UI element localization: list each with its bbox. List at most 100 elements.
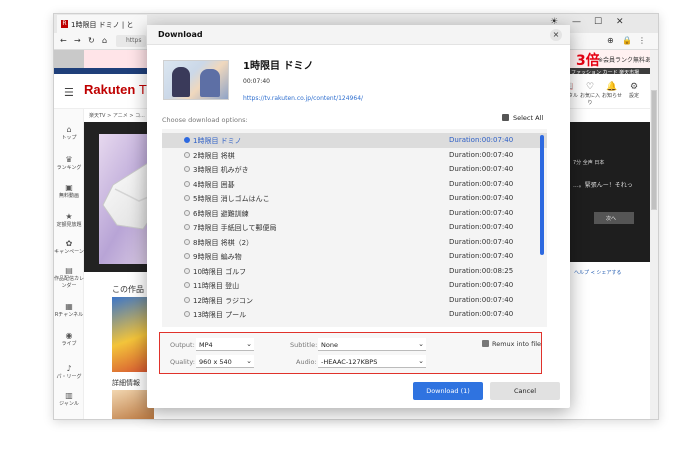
episode-list-scrollbar[interactable]	[540, 135, 544, 255]
sidebar-item-label: ライブ	[61, 341, 77, 347]
minimize-button[interactable]: —	[572, 17, 581, 27]
episode-row-duration: Duration:00:07:40	[449, 150, 514, 159]
site-sidebar: ⌂ トップ ♛ ランキング ▣ 無料動画 ★ 定額見放題 ✿ キャンペーン ▤ 作品配信カレ…	[54, 109, 84, 419]
audio-value: -HEAAC-127KBPS	[321, 358, 378, 366]
episode-duration: 00:07:40	[243, 78, 270, 85]
episode-row[interactable]: 9時限目 編み物 Duration:00:07:40	[162, 249, 547, 264]
radio-icon[interactable]	[184, 224, 190, 230]
sidebar-item-live[interactable]: ◉ ライブ	[54, 331, 84, 347]
browser-tab[interactable]: R 1時限目 ドミノ | と	[57, 15, 147, 33]
cancel-button[interactable]: Cancel	[490, 382, 560, 400]
free-icon: ▣	[65, 183, 73, 192]
radio-icon[interactable]	[184, 166, 190, 172]
forward-button[interactable]: →	[74, 36, 81, 45]
chevron-down-icon: ⌄	[246, 340, 252, 348]
scrollbar-thumb[interactable]	[651, 90, 657, 210]
close-window-button[interactable]: ✕	[616, 17, 624, 27]
radio-icon[interactable]	[184, 180, 190, 187]
episode-info-panel	[568, 122, 658, 262]
sidebar-item-calendar[interactable]: ▤ 作品配信カレンダー	[54, 266, 84, 289]
radio-icon[interactable]	[184, 296, 190, 303]
sidebar-item-label: Rチャンネル	[54, 312, 84, 318]
subtitle-value: None	[321, 341, 338, 349]
sidebar-item-paleague[interactable]: ♪ パ・リーグ	[54, 364, 84, 380]
episode-row-duration: Duration:00:08:25	[449, 266, 514, 275]
episode-name: 8時限目 将棋（2）	[193, 238, 254, 247]
rakuten-tv-logo[interactable]: Rakuten TV	[84, 82, 156, 97]
reload-button[interactable]: ↻	[88, 36, 95, 45]
episode-row[interactable]: 13時限目 プール Duration:00:07:40	[162, 307, 547, 322]
quality-select[interactable]: 960 x 540 ⌄	[196, 355, 254, 368]
thumbnail-figure	[200, 69, 220, 97]
episode-row-duration: Duration:00:07:40	[449, 252, 514, 260]
episode-row[interactable]: 10時限目 ゴルフ Duration:00:08:25	[162, 264, 547, 279]
episode-row[interactable]: 11時限目 登山 Duration:00:07:40	[162, 278, 547, 293]
radio-icon[interactable]	[184, 282, 190, 288]
episode-row[interactable]: 8時限目 将棋（2） Duration:00:07:40	[162, 235, 547, 250]
subtitle-select[interactable]: None ⌄	[318, 338, 426, 351]
audio-select[interactable]: -HEAAC-127KBPS ⌄	[318, 355, 426, 368]
help-share-links[interactable]: ヘルプ ≺ シェアする	[574, 269, 621, 276]
episode-row[interactable]: 3時限目 机みがき Duration:00:07:40	[162, 162, 547, 177]
episode-row[interactable]: 1時限目 ドミノ Duration:00:07:40	[162, 133, 547, 148]
episode-row-duration: Duration:00:07:40	[449, 165, 514, 173]
page-scrollbar[interactable]	[650, 50, 658, 419]
sidebar-item-campaign[interactable]: ✿ キャンペーン	[54, 239, 84, 255]
episode-row[interactable]: 12時限目 ラジコン Duration:00:07:40	[162, 293, 547, 308]
home-button[interactable]: ⌂	[102, 36, 107, 45]
radio-icon[interactable]	[184, 253, 190, 259]
episode-name: 10時限目 ゴルフ	[193, 267, 247, 276]
radio-icon[interactable]	[184, 195, 190, 201]
header-favorites-button[interactable]: ♡ お気に入り	[580, 82, 600, 106]
hamburger-menu-icon[interactable]: ☰	[64, 86, 74, 99]
close-icon[interactable]: ×	[550, 29, 562, 41]
remux-label: Remux into file	[492, 340, 542, 348]
dialog-titlebar: Download ×	[147, 25, 570, 45]
header-notifications-button[interactable]: 🔔 お知らせ	[602, 82, 622, 99]
episode-row[interactable]: 2時限目 将棋 Duration:00:07:40	[162, 148, 547, 163]
radio-icon[interactable]	[184, 209, 190, 216]
bookmark-icon[interactable]: ⊕	[607, 36, 614, 45]
sidebar-item-ranking[interactable]: ♛ ランキング	[54, 155, 84, 171]
radio-icon[interactable]	[184, 151, 190, 158]
breadcrumb[interactable]: 楽天TV > アニメ > コ...	[89, 112, 145, 119]
sidebar-item-free[interactable]: ▣ 無料動画	[54, 183, 84, 199]
maximize-button[interactable]: ☐	[594, 17, 602, 27]
remux-checkbox[interactable]: Remux into file	[482, 340, 541, 348]
audio-label: Audio:	[296, 358, 317, 366]
radio-icon[interactable]	[184, 238, 190, 245]
sidebar-item-rchannel[interactable]: ▦ Rチャンネル	[54, 302, 84, 318]
episode-url[interactable]: https://tv.rakuten.co.jp/content/124964/	[243, 95, 363, 102]
header-settings-button[interactable]: ⚙ 設定	[624, 82, 644, 99]
sidebar-item-top[interactable]: ⌂ トップ	[54, 125, 84, 141]
episode-name: 3時限目 机みがき	[193, 166, 249, 174]
sidebar-item-subscription[interactable]: ★ 定額見放題	[54, 212, 84, 228]
sidebar-item-genre[interactable]: ▥ ジャンル	[54, 391, 84, 407]
menu-icon[interactable]: ⋮	[638, 36, 646, 45]
episode-row[interactable]: 7時限目 手紙回して郵便局 Duration:00:07:40	[162, 220, 547, 235]
lock-icon[interactable]: 🔒	[622, 36, 632, 45]
back-button[interactable]: ←	[60, 36, 67, 45]
episode-meta: 7分 全声 日本	[573, 160, 605, 166]
output-select[interactable]: MP4 ⌄	[196, 338, 254, 351]
episode-row[interactable]: 6時限目 避難訓練 Duration:00:07:40	[162, 206, 547, 221]
download-button[interactable]: Download (1)	[413, 382, 483, 400]
radio-icon[interactable]	[184, 267, 190, 274]
episode-row-duration: Duration:00:07:40	[449, 281, 514, 289]
address-bar[interactable]: https	[116, 35, 146, 47]
output-label: Output:	[170, 341, 195, 349]
star-icon: ★	[65, 212, 73, 221]
next-episode-button[interactable]: 次へ	[594, 212, 634, 224]
radio-icon[interactable]	[184, 137, 190, 143]
select-all-checkbox[interactable]: Select All	[502, 114, 543, 122]
episode-row-duration: Duration:00:07:40	[449, 179, 514, 188]
episode-list: 1時限目 ドミノ Duration:00:07:40 2時限目 将棋 Duratio…	[162, 129, 547, 327]
episode-row-duration: Duration:00:07:40	[449, 136, 514, 144]
episode-row[interactable]: 4時限目 囲碁 Duration:00:07:40	[162, 177, 547, 192]
radio-icon[interactable]	[184, 311, 190, 317]
sidebar-item-label: ランキング	[56, 165, 82, 171]
episode-name: 11時限目 登山	[193, 282, 240, 290]
episode-row[interactable]: 5時限目 消しゴムはんこ Duration:00:07:40	[162, 191, 547, 206]
promo-big-text: 3倍	[576, 53, 600, 69]
heart-icon: ♡	[585, 82, 595, 92]
